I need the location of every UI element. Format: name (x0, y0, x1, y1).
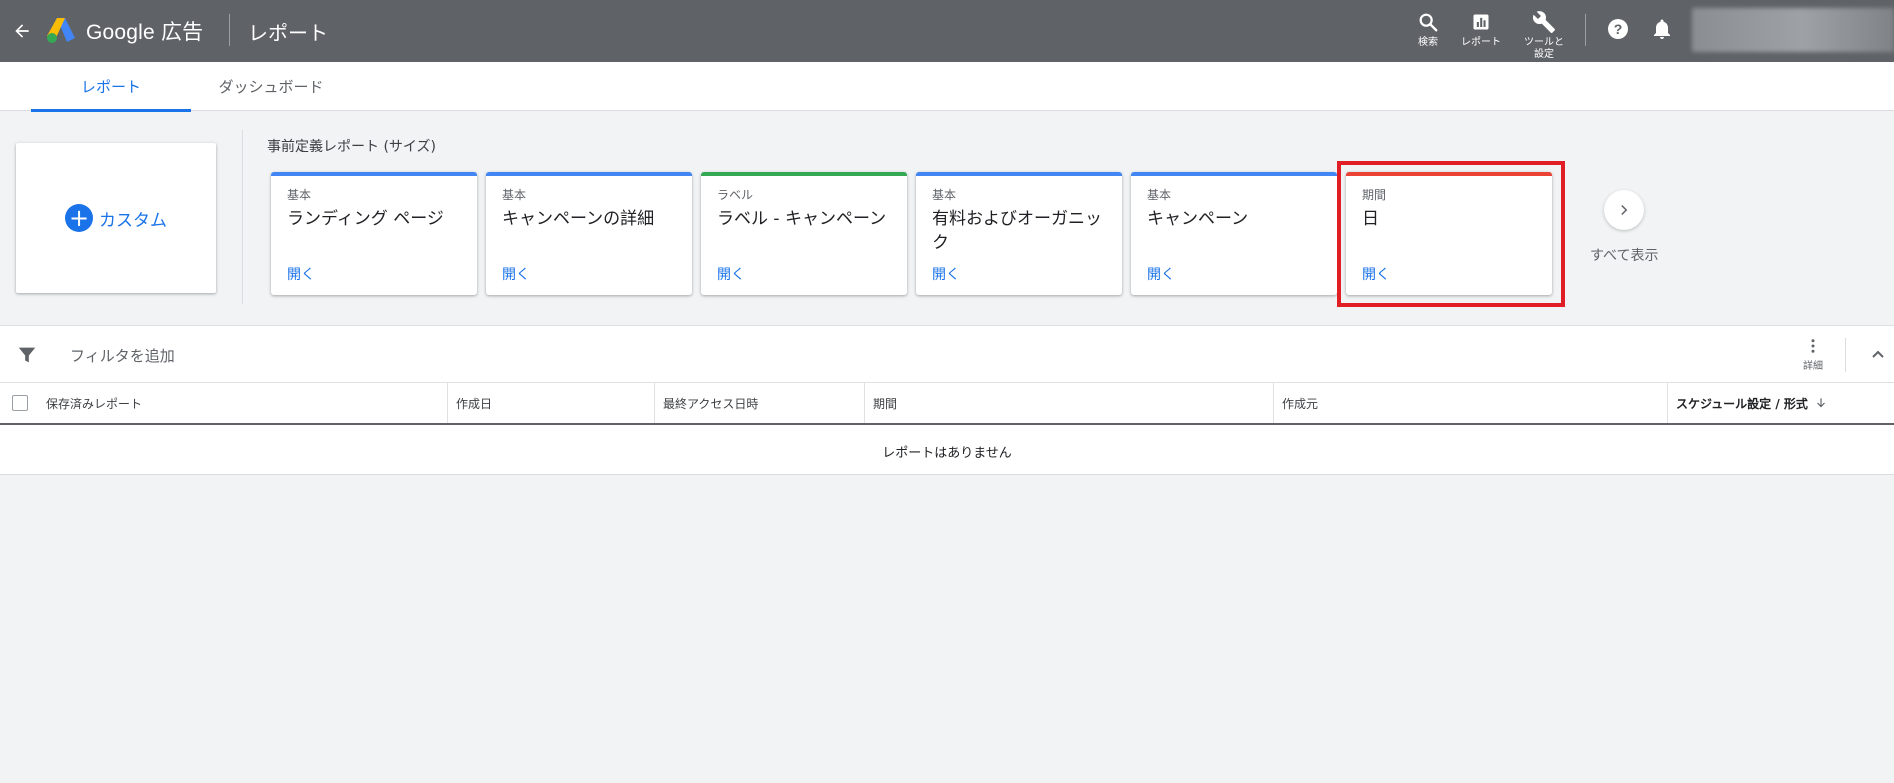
search-label: 検索 (1418, 37, 1438, 48)
card-category: 基本 (502, 188, 527, 202)
card-color-bar (1131, 172, 1337, 176)
card-color-bar (701, 172, 907, 176)
card-category: 基本 (287, 188, 312, 202)
google-ads-logo[interactable] (45, 16, 77, 44)
search-icon (1416, 10, 1440, 34)
report-card-landing-page[interactable]: 基本 ランディング ページ 開く (271, 172, 477, 295)
card-color-bar (271, 172, 477, 176)
more-options-label: 詳細 (1803, 361, 1823, 372)
section-divider (242, 130, 243, 304)
card-title: キャンペーンの詳細 (502, 209, 655, 229)
reports-button[interactable]: レポート (1453, 10, 1509, 58)
sort-descending-icon (1816, 398, 1825, 408)
chevron-right-icon (1621, 204, 1628, 216)
top-app-bar: Google 広告 レポート 検索 レポート ツールと 設定 ? (0, 0, 1894, 62)
select-all-checkbox[interactable] (12, 395, 28, 411)
column-header-schedule-label: スケジュール設定 / 形式 (1676, 396, 1808, 411)
card-color-bar (916, 172, 1122, 176)
card-category: 期間 (1362, 188, 1387, 202)
reports-label: レポート (1461, 37, 1501, 48)
tools-settings-button[interactable]: ツールと 設定 (1516, 10, 1572, 60)
saved-reports-table: フィルタを追加 詳細 保存済みレポート 作成日 最終アクセス日時 期間 作成元 … (0, 325, 1894, 475)
bell-icon[interactable] (1650, 17, 1674, 41)
filter-divider (1845, 338, 1846, 372)
tab-reports[interactable]: レポート (31, 62, 191, 112)
more-vert-icon (1811, 339, 1815, 353)
card-color-bar (486, 172, 692, 176)
help-icon[interactable]: ? (1606, 17, 1630, 41)
filter-bar: フィルタを追加 詳細 (0, 326, 1894, 383)
card-category: 基本 (932, 188, 957, 202)
card-open-link[interactable]: 開く (1362, 264, 1390, 284)
bar-chart-icon (1469, 10, 1493, 34)
card-title: ラベル - キャンペーン (717, 209, 887, 229)
column-header-period[interactable]: 期間 (865, 383, 1274, 423)
header-divider (229, 14, 230, 46)
predefined-reports-title: 事前定義レポート (サイズ) (267, 139, 436, 155)
account-switcher[interactable] (1692, 8, 1894, 52)
card-open-link[interactable]: 開く (717, 264, 745, 284)
svg-text:?: ? (1614, 21, 1623, 37)
tab-bar: レポート ダッシュボード (0, 62, 1894, 112)
back-arrow-icon[interactable] (10, 19, 34, 43)
empty-state-message: レポートはありません (882, 445, 1012, 461)
card-title: 日 (1362, 209, 1379, 229)
show-all-link[interactable]: すべて表示 (1590, 245, 1658, 265)
tools-settings-label: ツールと 設定 (1524, 37, 1564, 60)
report-card-label-campaign[interactable]: ラベル ラベル - キャンペーン 開く (701, 172, 907, 295)
add-icon: + (65, 204, 93, 232)
column-header-saved-report[interactable]: 保存済みレポート (38, 383, 448, 423)
card-open-link[interactable]: 開く (502, 264, 530, 284)
column-header-created-by[interactable]: 作成元 (1274, 383, 1668, 423)
column-header-created[interactable]: 作成日 (448, 383, 655, 423)
toolbar-divider (1585, 14, 1586, 46)
report-card-day[interactable]: 期間 日 開く (1346, 172, 1552, 295)
custom-report-button[interactable]: + カスタム (16, 143, 216, 293)
page-title: レポート (248, 23, 328, 45)
report-card-campaign-details[interactable]: 基本 キャンペーンの詳細 開く (486, 172, 692, 295)
card-title: キャンペーン (1147, 209, 1249, 229)
report-card-campaign[interactable]: 基本 キャンペーン 開く (1131, 172, 1337, 295)
custom-label: カスタム (99, 210, 167, 231)
tab-dashboard[interactable]: ダッシュボード (191, 62, 351, 111)
table-header: 保存済みレポート 作成日 最終アクセス日時 期間 作成元 スケジュール設定 / … (0, 383, 1894, 425)
wrench-icon (1532, 10, 1556, 34)
card-color-bar (1346, 172, 1552, 176)
report-card-paid-organic[interactable]: 基本 有料およびオーガニック 開く (916, 172, 1122, 295)
card-open-link[interactable]: 開く (1147, 264, 1175, 284)
search-button[interactable]: 検索 (1400, 10, 1456, 58)
card-title: 有料およびオーガニック (932, 209, 1102, 253)
column-header-last-accessed[interactable]: 最終アクセス日時 (655, 383, 865, 423)
filter-icon[interactable] (16, 344, 38, 366)
card-category: ラベル (717, 188, 754, 202)
next-cards-button[interactable] (1604, 190, 1644, 230)
card-open-link[interactable]: 開く (932, 264, 960, 284)
add-filter-input[interactable]: フィルタを追加 (70, 345, 175, 366)
more-options-button[interactable]: 詳細 (1796, 336, 1830, 376)
column-header-schedule-format[interactable]: スケジュール設定 / 形式 (1668, 383, 1894, 423)
chevron-up-icon[interactable] (1866, 343, 1890, 367)
card-open-link[interactable]: 開く (287, 264, 315, 284)
card-title: ランディング ページ (287, 209, 444, 229)
product-name: Google 広告 (86, 21, 204, 44)
card-category: 基本 (1147, 188, 1172, 202)
